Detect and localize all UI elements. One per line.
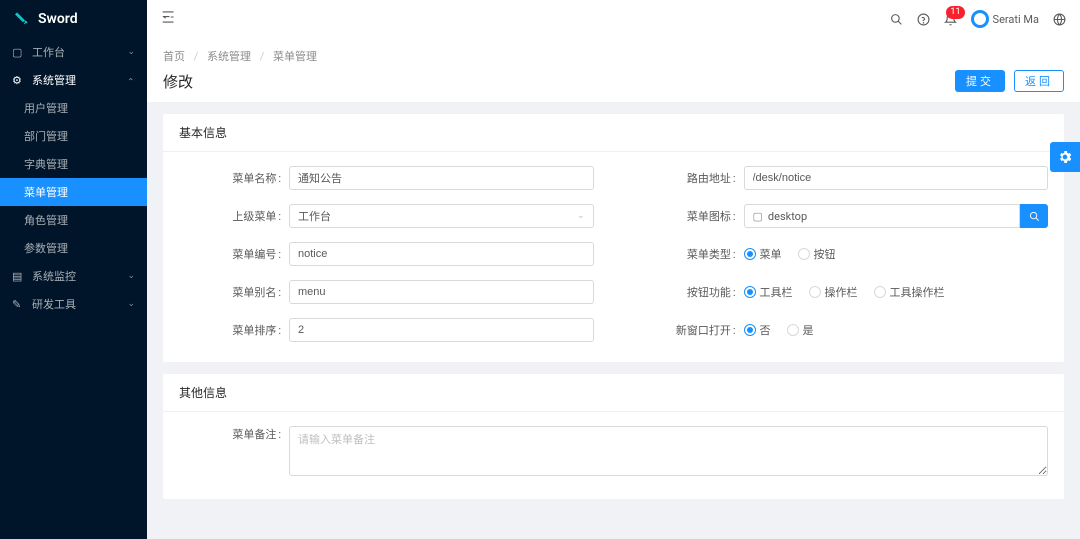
sword-icon xyxy=(12,10,30,28)
help-icon[interactable] xyxy=(917,13,930,26)
chevron-up-icon: ⌄ xyxy=(127,75,135,85)
logo: Sword xyxy=(0,0,147,38)
label-icon: 菜单图标 xyxy=(634,208,744,224)
radio-type-menu[interactable]: 菜单 xyxy=(744,246,782,262)
app-title: Sword xyxy=(38,11,78,27)
breadcrumb-menu[interactable]: 菜单管理 xyxy=(273,50,317,63)
radio-group-btn-func: 工具栏 操作栏 工具操作栏 xyxy=(744,284,1049,300)
chevron-down-icon: ⌄ xyxy=(127,299,135,309)
select-parent[interactable]: 工作台 ⌄ xyxy=(289,204,594,228)
card-basic-info: 基本信息 菜单名称 路由地址 上级菜单 xyxy=(163,114,1064,362)
avatar xyxy=(971,10,989,28)
notification-icon[interactable]: 11 xyxy=(944,13,957,26)
input-code[interactable] xyxy=(289,242,594,266)
card-title-basic: 基本信息 xyxy=(163,114,1064,152)
menu-monitor[interactable]: ▤系统监控 ⌄ xyxy=(0,262,147,290)
radio-group-new-window: 否 是 xyxy=(744,322,1049,338)
submenu-menu-mgmt[interactable]: 菜单管理 xyxy=(0,178,147,206)
label-code: 菜单编号 xyxy=(179,246,289,262)
language-icon[interactable] xyxy=(1053,13,1066,26)
submit-button[interactable]: 提交 xyxy=(955,70,1005,92)
menu-fold-icon[interactable] xyxy=(161,10,175,28)
label-route: 路由地址 xyxy=(634,170,744,186)
textarea-remark[interactable] xyxy=(289,426,1048,476)
radio-func-toolbar[interactable]: 工具栏 xyxy=(744,284,793,300)
menu-devtools[interactable]: ✎研发工具 ⌄ xyxy=(0,290,147,318)
radio-func-ops[interactable]: 操作栏 xyxy=(809,284,858,300)
card-other-info: 其他信息 菜单备注 xyxy=(163,374,1064,499)
input-sort[interactable] xyxy=(289,318,594,342)
user-menu[interactable]: Serati Ma xyxy=(971,10,1039,28)
page-title: 修改 xyxy=(163,71,193,92)
back-button[interactable]: 返回 xyxy=(1014,70,1064,92)
breadcrumb: 首页 / 系统管理 / 菜单管理 xyxy=(147,38,1080,64)
chevron-down-icon: ⌄ xyxy=(577,211,585,221)
sidebar-menu: ▢工作台 ⌄ ⚙系统管理 ⌄ 用户管理 部门管理 字典管理 菜单管理 角色管理 … xyxy=(0,38,147,539)
label-menu-name: 菜单名称 xyxy=(179,170,289,186)
gear-icon: ⚙ xyxy=(12,74,24,87)
input-alias[interactable] xyxy=(289,280,594,304)
radio-func-tool-ops[interactable]: 工具操作栏 xyxy=(874,284,945,300)
monitor-icon: ▤ xyxy=(12,270,24,283)
card-title-other: 其他信息 xyxy=(163,374,1064,412)
menu-workbench[interactable]: ▢工作台 ⌄ xyxy=(0,38,147,66)
submenu-param-mgmt[interactable]: 参数管理 xyxy=(0,234,147,262)
submenu-dept-mgmt[interactable]: 部门管理 xyxy=(0,122,147,150)
label-parent: 上级菜单 xyxy=(179,208,289,224)
radio-group-type: 菜单 按钮 xyxy=(744,246,1049,262)
notification-badge: 11 xyxy=(946,6,964,19)
input-icon[interactable]: ▢ desktop xyxy=(744,204,1021,228)
radio-nw-no[interactable]: 否 xyxy=(744,322,771,338)
submenu-role-mgmt[interactable]: 角色管理 xyxy=(0,206,147,234)
chevron-down-icon: ⌄ xyxy=(127,47,135,57)
content: 首页 / 系统管理 / 菜单管理 修改 提交 返回 基本信息 菜单名称 xyxy=(147,38,1080,539)
breadcrumb-system[interactable]: 系统管理 xyxy=(207,50,251,63)
desktop-icon: ▢ xyxy=(753,210,763,223)
sidebar: Sword ▢工作台 ⌄ ⚙系统管理 ⌄ 用户管理 部门管理 字典管理 菜单管理… xyxy=(0,0,147,539)
label-btn-func: 按钮功能 xyxy=(634,284,744,300)
theme-setting-button[interactable] xyxy=(1050,142,1080,172)
submenu-user-mgmt[interactable]: 用户管理 xyxy=(0,94,147,122)
menu-system[interactable]: ⚙系统管理 ⌄ xyxy=(0,66,147,94)
main: 11 Serati Ma 首页 / 系统管理 / 菜单管理 修改 xyxy=(147,0,1080,539)
input-route[interactable] xyxy=(744,166,1049,190)
radio-type-button[interactable]: 按钮 xyxy=(798,246,836,262)
search-icon[interactable] xyxy=(890,13,903,26)
breadcrumb-home[interactable]: 首页 xyxy=(163,50,185,63)
header: 11 Serati Ma xyxy=(147,0,1080,38)
submenu-dict-mgmt[interactable]: 字典管理 xyxy=(0,150,147,178)
desktop-icon: ▢ xyxy=(12,46,24,59)
label-new-window: 新窗口打开 xyxy=(634,322,744,338)
page-title-bar: 修改 提交 返回 xyxy=(147,64,1080,102)
label-remark: 菜单备注 xyxy=(179,426,289,442)
chevron-down-icon: ⌄ xyxy=(127,271,135,281)
input-menu-name[interactable] xyxy=(289,166,594,190)
radio-nw-yes[interactable]: 是 xyxy=(787,322,814,338)
label-sort: 菜单排序 xyxy=(179,322,289,338)
tool-icon: ✎ xyxy=(12,298,24,311)
icon-search-button[interactable] xyxy=(1020,204,1048,228)
label-type: 菜单类型 xyxy=(634,246,744,262)
label-alias: 菜单别名 xyxy=(179,284,289,300)
